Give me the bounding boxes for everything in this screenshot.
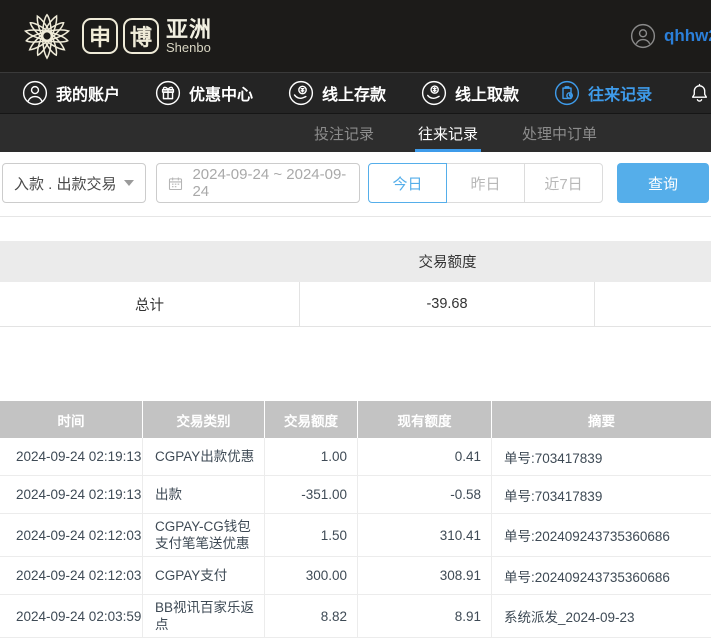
col-header-category: 交易类别: [143, 401, 265, 438]
nav-item-label: 优惠中心: [189, 81, 253, 105]
chevron-down-icon: [124, 180, 134, 186]
transaction-type-value: 入款 . 出款交易: [14, 173, 117, 194]
brand-logo: 申 博: [82, 18, 159, 54]
brand-subtitle: Shenbo: [166, 41, 212, 55]
username[interactable]: qhhw2: [664, 26, 711, 46]
transactions-table: 时间 交易类别 交易额度 现有额度 摘要 2024-09-24 02:19:13…: [0, 401, 711, 638]
tab-pending-orders[interactable]: 处理中订单: [522, 114, 597, 152]
flower-logo-icon: [16, 5, 78, 67]
brand-region: 亚洲: [166, 18, 212, 41]
tab-transaction-records[interactable]: 往来记录: [418, 114, 478, 152]
gift-icon: [155, 80, 181, 106]
nav-item-messages[interactable]: 信息: [687, 81, 711, 106]
cell-category: CGPAY支付: [143, 557, 265, 594]
cell-balance: 308.91: [358, 557, 492, 594]
nav-item-promotions[interactable]: 优惠中心: [155, 80, 253, 106]
cell-time: 2024-09-24 02:12:03: [0, 514, 143, 556]
cell-summary: 单号:202409243735360686: [492, 557, 711, 594]
records-icon: [554, 80, 580, 106]
last-7-days-button[interactable]: 近7日: [524, 163, 603, 203]
col-header-balance: 现有额度: [358, 401, 492, 438]
table-row: 2024-09-24 02:12:03 CGPAY-CG钱包支付笔笔送优惠 1.…: [0, 514, 711, 557]
search-button[interactable]: 查询: [617, 163, 709, 203]
cell-amount: 1.00: [265, 438, 358, 475]
cell-balance: 8.91: [358, 595, 492, 637]
brand-text: 亚洲 Shenbo: [166, 18, 212, 55]
nav-item-label: 我的账户: [56, 81, 120, 105]
user-avatar-icon: [630, 23, 656, 49]
cell-balance: -0.58: [358, 476, 492, 513]
date-range-value: 2024-09-24 ~ 2024-09-24: [192, 166, 349, 200]
nav-item-transaction-records[interactable]: 往来记录: [554, 80, 652, 106]
page: 申 博 亚洲 Shenbo qhhw2: [0, 0, 711, 638]
table-row: 2024-09-24 02:19:13 出款 -351.00 -0.58 单号:…: [0, 476, 711, 514]
sub-nav: 投注记录 往来记录 处理中订单: [0, 113, 711, 152]
cell-time: 2024-09-24 02:03:59: [0, 595, 143, 637]
main-nav: 我的账户 优惠中心 线上存款: [0, 73, 711, 113]
tab-label: 往来记录: [418, 123, 478, 144]
table-row: 2024-09-24 02:12:03 CGPAY支付 300.00 308.9…: [0, 557, 711, 595]
cell-category: CGPAY出款优惠: [143, 438, 265, 475]
summary-total-label: 总计: [0, 282, 300, 326]
cell-summary: 系统派发_2024-09-23: [492, 595, 711, 637]
col-header-amount: 交易额度: [265, 401, 358, 438]
nav-item-my-account[interactable]: 我的账户: [22, 80, 120, 106]
summary-table: 交易额度 总计 -39.68: [0, 241, 711, 327]
calendar-icon: [167, 175, 184, 192]
deposit-icon: [288, 80, 314, 106]
cell-amount: 8.82: [265, 595, 358, 637]
bell-icon: [687, 81, 711, 106]
summary-empty-cell: [595, 282, 711, 326]
col-header-time: 时间: [0, 401, 143, 438]
tab-label: 投注记录: [314, 123, 374, 144]
cell-summary: 单号:703417839: [492, 476, 711, 513]
cell-time: 2024-09-24 02:19:13: [0, 476, 143, 513]
nav-item-label: 往来记录: [588, 81, 652, 105]
sub-nav-tabs: 投注记录 往来记录 处理中订单: [314, 114, 597, 152]
nav-item-deposit[interactable]: 线上存款: [288, 80, 386, 106]
cell-summary: 单号:202409243735360686: [492, 514, 711, 556]
nav-item-withdraw[interactable]: 线上取款: [421, 80, 519, 106]
cell-amount: -351.00: [265, 476, 358, 513]
quick-date-button-group: 今日 昨日 近7日: [368, 163, 603, 203]
top-header: 申 博 亚洲 Shenbo qhhw2: [0, 0, 711, 73]
cell-summary: 单号:703417839: [492, 438, 711, 475]
transaction-type-select[interactable]: 入款 . 出款交易: [2, 163, 146, 203]
date-range-input[interactable]: 2024-09-24 ~ 2024-09-24: [156, 163, 360, 203]
cell-balance: 310.41: [358, 514, 492, 556]
cell-balance: 0.41: [358, 438, 492, 475]
nav-item-label: 线上存款: [322, 81, 386, 105]
col-header-summary: 摘要: [492, 401, 711, 438]
user-area: qhhw2: [630, 0, 711, 72]
today-button[interactable]: 今日: [368, 163, 447, 203]
summary-header-title: 交易额度: [300, 251, 595, 272]
cell-category: BB视讯百家乐返点: [143, 595, 265, 637]
summary-body-row: 总计 -39.68: [0, 282, 711, 327]
summary-total-value: -39.68: [300, 282, 595, 326]
table-header-row: 时间 交易类别 交易额度 现有额度 摘要: [0, 401, 711, 438]
cell-amount: 300.00: [265, 557, 358, 594]
yesterday-button[interactable]: 昨日: [446, 163, 525, 203]
cell-time: 2024-09-24 02:12:03: [0, 557, 143, 594]
filter-row: 入款 . 出款交易 2024-09-24 ~ 2024-09-24 今日 昨日 …: [0, 152, 711, 217]
tab-label: 处理中订单: [522, 123, 597, 144]
cell-category: CGPAY-CG钱包支付笔笔送优惠: [143, 514, 265, 556]
logo-char-bo: 博: [123, 18, 159, 54]
nav-item-label: 线上取款: [455, 81, 519, 105]
cell-category: 出款: [143, 476, 265, 513]
cell-amount: 1.50: [265, 514, 358, 556]
table-row: 2024-09-24 02:03:59 BB视讯百家乐返点 8.82 8.91 …: [0, 595, 711, 638]
logo-char-shen: 申: [82, 18, 118, 54]
tab-betting-records[interactable]: 投注记录: [314, 114, 374, 152]
summary-header-row: 交易额度: [0, 241, 711, 282]
cell-time: 2024-09-24 02:19:13: [0, 438, 143, 475]
table-row: 2024-09-24 02:19:13 CGPAY出款优惠 1.00 0.41 …: [0, 438, 711, 476]
account-icon: [22, 80, 48, 106]
withdraw-icon: [421, 80, 447, 106]
